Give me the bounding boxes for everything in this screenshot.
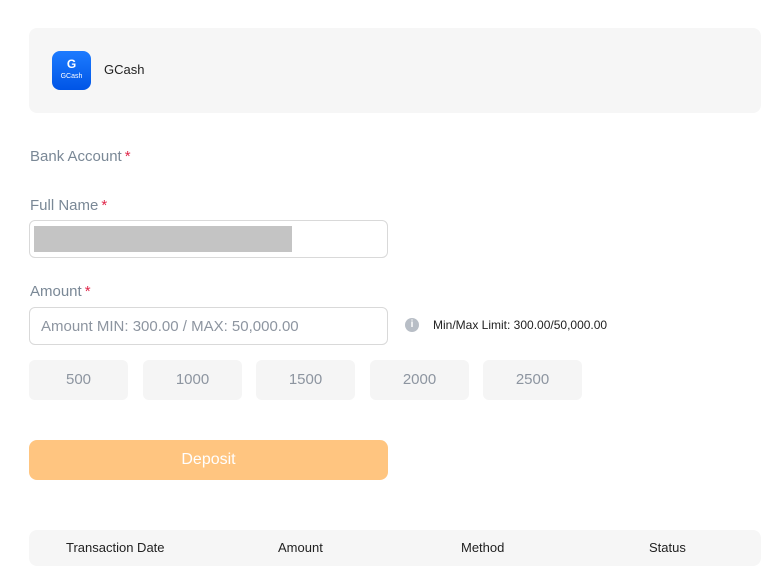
gcash-logo-glyph: G xyxy=(66,57,77,71)
required-mark: * xyxy=(124,148,131,165)
gcash-logo: G GCash xyxy=(52,51,91,90)
redacted-name-value xyxy=(34,226,292,252)
column-transaction-date[interactable]: Transaction Date xyxy=(66,530,165,566)
amount-input[interactable] xyxy=(30,308,387,344)
quick-amount-500[interactable]: 500 xyxy=(29,360,128,400)
bank-account-label: Bank Account * xyxy=(30,148,131,165)
payment-method-card[interactable]: G GCash GCash xyxy=(29,28,761,113)
column-method[interactable]: Method xyxy=(461,530,504,566)
quick-amount-1000[interactable]: 1000 xyxy=(143,360,242,400)
transactions-table-header: Transaction Date Amount Method Status xyxy=(29,530,761,566)
full-name-label: Full Name * xyxy=(30,197,108,214)
quick-amount-2000[interactable]: 2000 xyxy=(370,360,469,400)
limit-text: Min/Max Limit: 300.00/50,000.00 xyxy=(433,318,608,332)
limit-info: i Min/Max Limit: 300.00/50,000.00 xyxy=(405,318,607,332)
required-mark: * xyxy=(101,197,108,214)
payment-method-name: GCash xyxy=(104,62,145,77)
deposit-button[interactable]: Deposit xyxy=(29,440,388,480)
quick-amount-2500[interactable]: 2500 xyxy=(483,360,582,400)
full-name-field[interactable] xyxy=(29,220,388,258)
info-icon[interactable]: i xyxy=(405,318,419,332)
amount-label: Amount * xyxy=(30,283,91,300)
required-mark: * xyxy=(84,283,91,300)
column-status[interactable]: Status xyxy=(649,530,686,566)
column-amount[interactable]: Amount xyxy=(278,530,323,566)
gcash-logo-text: GCash xyxy=(60,73,83,80)
quick-amount-1500[interactable]: 1500 xyxy=(256,360,355,400)
amount-field-wrapper xyxy=(29,307,388,345)
